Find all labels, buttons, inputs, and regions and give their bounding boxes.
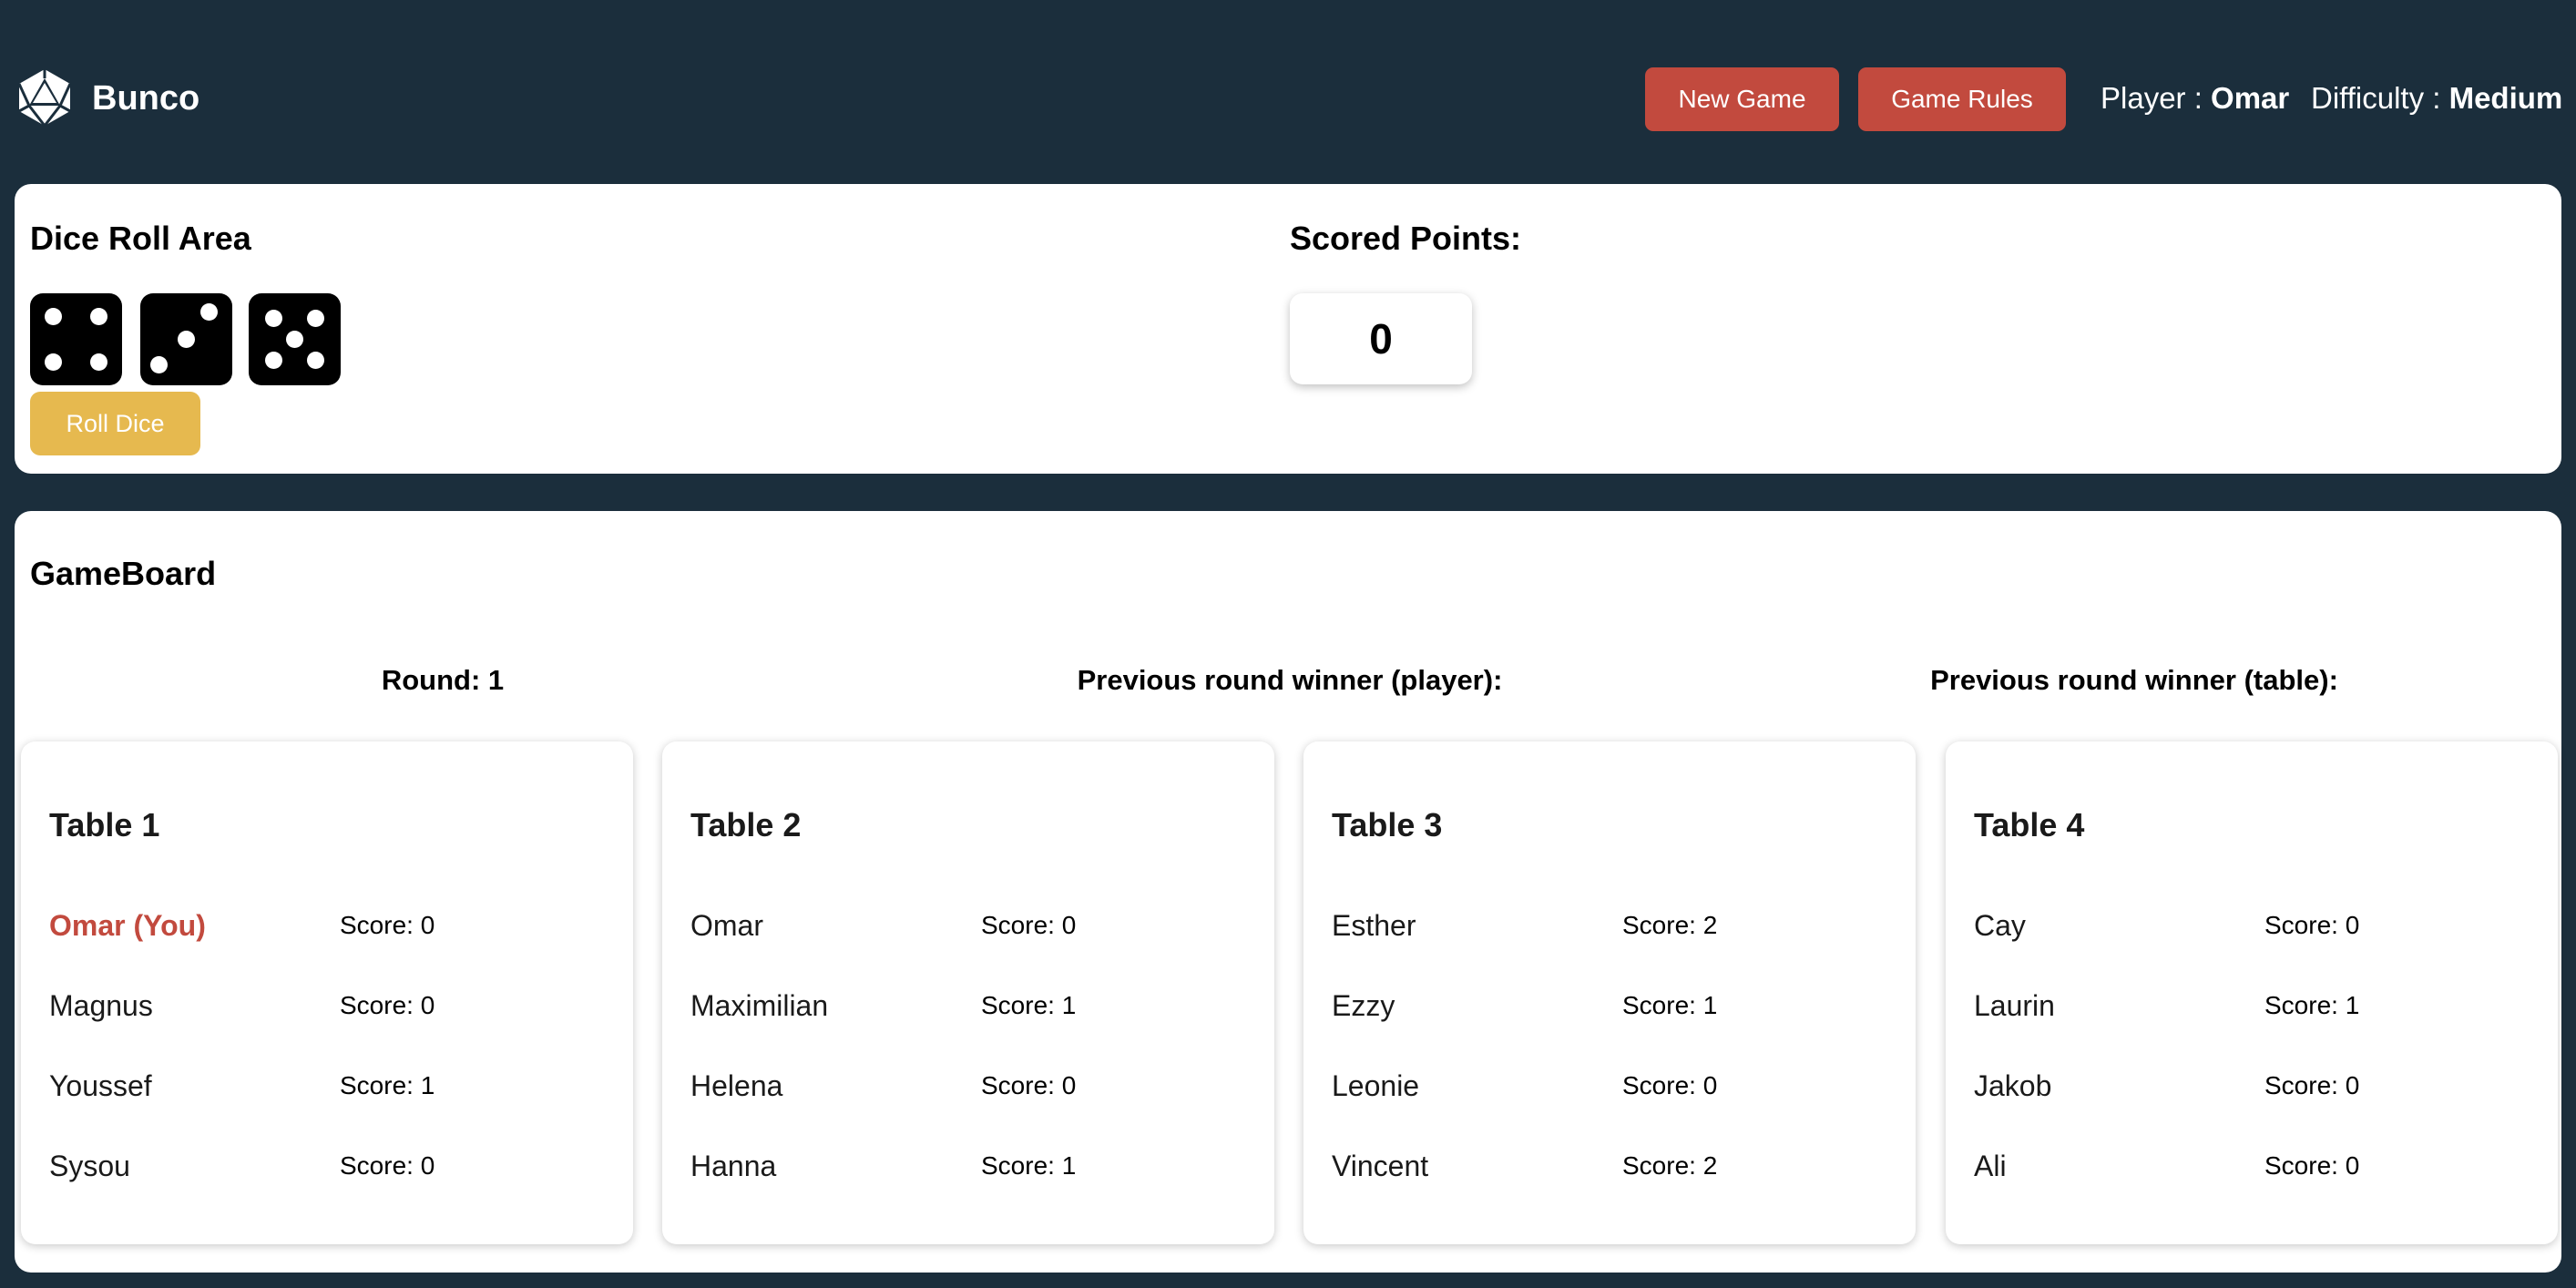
player-row: Omar (You) Score: 0 — [49, 904, 614, 947]
player-name: Ali — [1974, 1150, 2007, 1182]
player-name: Sysou — [49, 1150, 130, 1182]
player-score: Score: 0 — [2264, 1071, 2360, 1099]
table-title: Table 4 — [1974, 806, 2085, 843]
die-pip — [90, 353, 107, 371]
player-name: Laurin — [1974, 989, 2055, 1022]
difficulty-label: Difficulty : — [2311, 81, 2449, 115]
d20-dice-icon — [17, 69, 72, 127]
player-score: Score: 1 — [2264, 991, 2360, 1019]
player-score: Score: 0 — [2264, 1151, 2360, 1180]
player-row: Laurin Score: 1 — [1974, 984, 2539, 1027]
player-indicator: Player : Omar — [2101, 78, 2289, 118]
die-pip — [265, 352, 282, 369]
player-name: Esther — [1332, 909, 1416, 942]
player-row: Jakob Score: 0 — [1974, 1064, 2539, 1108]
player-name: Helena — [690, 1069, 783, 1102]
player-name: Ezzy — [1332, 989, 1395, 1022]
player-row: Helena Score: 0 — [690, 1064, 1255, 1108]
player-name: Youssef — [49, 1069, 152, 1102]
player-name: Maximilian — [690, 989, 829, 1022]
player-score: Score: 0 — [340, 991, 435, 1019]
player-row: Youssef Score: 1 — [49, 1064, 614, 1108]
player-name: Hanna — [690, 1150, 777, 1182]
die-pip — [178, 331, 195, 348]
previous-winner-table: Previous round winner (table): — [1930, 664, 2338, 696]
scored-points-value: 0 — [1290, 293, 1472, 384]
player-score: Score: 1 — [340, 1071, 435, 1099]
die-pip — [200, 303, 218, 321]
player-score: Score: 0 — [981, 1071, 1077, 1099]
round-indicator: Round: 1 — [381, 664, 505, 696]
table-title: Table 1 — [49, 806, 160, 843]
player-score: Score: 0 — [340, 1151, 435, 1180]
top-bar: Bunco New Game Game Rules Player : Omar … — [0, 0, 2576, 182]
gameboard-title: GameBoard — [30, 555, 217, 592]
roll-dice-button[interactable]: Roll Dice — [30, 392, 200, 455]
player-name: Omar — [690, 909, 763, 942]
table-card-4: Table 4 Cay Score: 0 Laurin Score: 1 Jak… — [1946, 741, 2558, 1244]
player-row: Omar Score: 0 — [690, 904, 1255, 947]
new-game-button[interactable]: New Game — [1645, 67, 1839, 131]
table-card-2: Table 2 Omar Score: 0 Maximilian Score: … — [662, 741, 1274, 1244]
player-row: Leonie Score: 0 — [1332, 1064, 1896, 1108]
player-row: Vincent Score: 2 — [1332, 1144, 1896, 1188]
player-row: Ezzy Score: 1 — [1332, 984, 1896, 1027]
player-label: Player : — [2101, 81, 2212, 115]
player-name: Cay — [1974, 909, 2026, 942]
die-pip — [307, 352, 324, 369]
player-row: Ali Score: 0 — [1974, 1144, 2539, 1188]
player-score: Score: 1 — [981, 1151, 1077, 1180]
table-title: Table 2 — [690, 806, 802, 843]
difficulty-indicator: Difficulty : Medium — [2311, 78, 2562, 118]
player-name: Magnus — [49, 989, 153, 1022]
player-score: Score: 0 — [2264, 911, 2360, 939]
player-row: Cay Score: 0 — [1974, 904, 2539, 947]
player-name: Leonie — [1332, 1069, 1420, 1102]
die-2 — [140, 293, 232, 385]
app-title: Bunco — [92, 79, 200, 118]
player-row: Magnus Score: 0 — [49, 984, 614, 1027]
player-score: Score: 0 — [340, 911, 435, 939]
player-name-current-user: Omar (You) — [49, 909, 206, 942]
die-3 — [249, 293, 341, 385]
player-row: Maximilian Score: 1 — [690, 984, 1255, 1027]
player-row: Hanna Score: 1 — [690, 1144, 1255, 1188]
die-pip — [45, 353, 62, 371]
scored-points-title: Scored Points: — [1290, 220, 1522, 257]
table-card-3: Table 3 Esther Score: 2 Ezzy Score: 1 Le… — [1303, 741, 1916, 1244]
die-pip — [90, 308, 107, 325]
gameboard-panel: GameBoard Round: 1 Previous round winner… — [15, 511, 2561, 1273]
player-score: Score: 1 — [981, 991, 1077, 1019]
die-1 — [30, 293, 122, 385]
previous-winner-player: Previous round winner (player): — [1077, 664, 1503, 696]
player-score: Score: 2 — [1622, 911, 1718, 939]
player-row: Esther Score: 2 — [1332, 904, 1896, 947]
player-score: Score: 0 — [981, 911, 1077, 939]
die-pip — [286, 331, 303, 348]
player-score: Score: 0 — [1622, 1071, 1718, 1099]
die-pip — [265, 310, 282, 327]
dice-roll-title: Dice Roll Area — [30, 220, 251, 257]
player-score: Score: 2 — [1622, 1151, 1718, 1180]
difficulty-value: Medium — [2448, 81, 2563, 115]
game-rules-button[interactable]: Game Rules — [1858, 67, 2066, 131]
die-pip — [45, 308, 62, 325]
player-score: Score: 1 — [1622, 991, 1718, 1019]
dice-roll-panel: Dice Roll Area Roll Dice Scored Points: … — [15, 184, 2561, 474]
player-row: Sysou Score: 0 — [49, 1144, 614, 1188]
die-pip — [307, 310, 324, 327]
player-name: Vincent — [1332, 1150, 1429, 1182]
table-title: Table 3 — [1332, 806, 1443, 843]
table-card-1: Table 1 Omar (You) Score: 0 Magnus Score… — [21, 741, 633, 1244]
die-pip — [150, 356, 168, 373]
player-name: Omar — [2211, 81, 2290, 115]
player-name: Jakob — [1974, 1069, 2052, 1102]
